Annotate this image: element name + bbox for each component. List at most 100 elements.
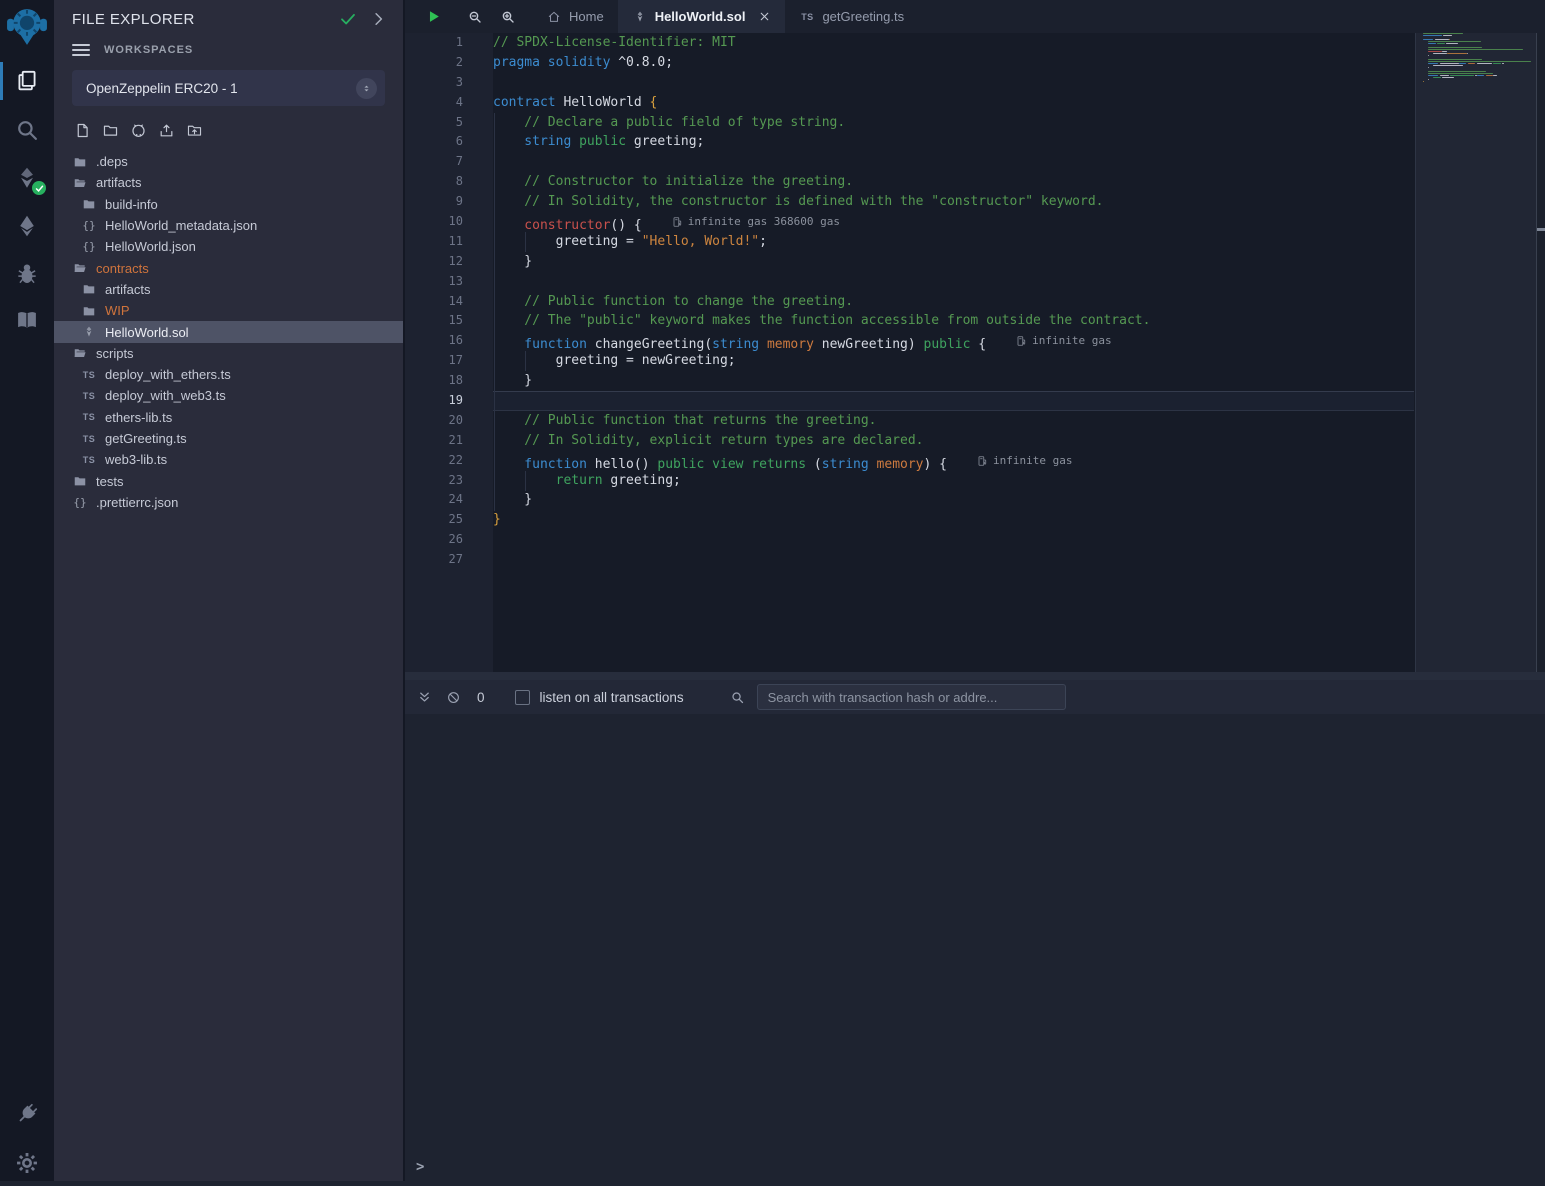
remix-logo-icon <box>5 4 49 50</box>
folder-open-icon <box>72 345 88 361</box>
activity-bar <box>0 0 54 1181</box>
tab-label: getGreeting.ts <box>822 9 904 24</box>
solidity-icon <box>81 324 97 340</box>
code-token: constructor <box>493 218 610 233</box>
ts-icon: TS <box>81 409 97 425</box>
tree-item-helloworld-json[interactable]: {}HelloWorld.json <box>54 236 403 257</box>
overview-ruler[interactable] <box>1536 33 1545 672</box>
tree-item-label: HelloWorld_metadata.json <box>105 218 257 233</box>
minimap-line <box>1423 85 1535 87</box>
new-folder-icon[interactable] <box>102 122 119 139</box>
indent-guide <box>494 113 495 511</box>
sidebar-item-settings[interactable] <box>0 1140 54 1186</box>
line-number: 10 <box>405 212 493 232</box>
code-line: greeting = newGreeting; <box>493 351 1414 371</box>
tree-item-build-info[interactable]: build-info <box>54 194 403 215</box>
tab-home[interactable]: Home <box>532 0 618 33</box>
sidebar-item-deploy-and-run[interactable] <box>0 203 54 249</box>
code-line: string public greeting; <box>493 132 1414 152</box>
code-token: ) { <box>924 457 947 472</box>
tree-item-helloworld-sol[interactable]: HelloWorld.sol <box>54 321 403 342</box>
tree-item-helloworld-metadata-json[interactable]: {}HelloWorld_metadata.json <box>54 215 403 236</box>
new-file-icon[interactable] <box>74 122 91 139</box>
tree-item-ethers-lib-ts[interactable]: TSethers-lib.ts <box>54 407 403 428</box>
code-line: // Declare a public field of type string… <box>493 113 1414 133</box>
terminal-search-icon[interactable] <box>730 690 745 705</box>
run-script-button[interactable] <box>417 0 450 33</box>
line-number: 6 <box>405 132 493 152</box>
terminal-toolbar: 0 listen on all transactions <box>405 680 1545 714</box>
bug-icon <box>14 261 40 287</box>
zoom-out-button[interactable] <box>458 0 491 33</box>
code-token: ^0.8.0; <box>610 55 673 70</box>
code-token: public <box>916 337 971 352</box>
tree-item-web3-lib-ts[interactable]: TSweb3-lib.ts <box>54 449 403 470</box>
tree-item-contracts[interactable]: contracts <box>54 257 403 278</box>
code-token: hello() <box>587 457 650 472</box>
tab-getgreeting-ts[interactable]: TSgetGreeting.ts <box>785 0 918 33</box>
sidebar-item-plugin-manager[interactable] <box>0 1091 54 1137</box>
minimap-column[interactable] <box>1415 33 1536 672</box>
tree-item-deploy-with-web3-ts[interactable]: TSdeploy_with_web3.ts <box>54 385 403 406</box>
tree-item-label: scripts <box>96 346 134 361</box>
expand-terminal-icon[interactable] <box>417 690 432 705</box>
sidebar-item-debugger[interactable] <box>0 251 54 297</box>
line-number: 18 <box>405 371 493 391</box>
code-token: greeting = newGreeting; <box>493 353 736 368</box>
tree-item-scripts[interactable]: scripts <box>54 343 403 364</box>
terminal-resize-handle[interactable] <box>405 672 1545 680</box>
listen-transactions-checkbox[interactable] <box>515 690 530 705</box>
code-token: // Declare a public field of type string… <box>493 115 845 130</box>
gas-estimate-text: infinite gas <box>1032 331 1111 351</box>
line-number: 14 <box>405 292 493 312</box>
chevron-right-icon[interactable] <box>369 10 387 28</box>
upload-folder-icon[interactable] <box>186 122 203 139</box>
workspaces-label: WORKSPACES <box>104 44 193 56</box>
folder-icon <box>72 473 88 489</box>
clear-console-icon[interactable] <box>446 690 461 705</box>
code-token: { <box>970 337 986 352</box>
tree-item-deps[interactable]: .deps <box>54 151 403 172</box>
tab-label: Home <box>569 9 604 24</box>
tree-item-deploy-with-ethers-ts[interactable]: TSdeploy_with_ethers.ts <box>54 364 403 385</box>
code-token: greeting; <box>626 134 704 149</box>
code-content[interactable]: // SPDX-License-Identifier: MITpragma so… <box>493 33 1414 672</box>
code-line: contract HelloWorld { <box>493 93 1414 113</box>
code-line: function changeGreeting(string memory ne… <box>493 331 1414 351</box>
code-token: pragma solidity <box>493 55 610 70</box>
tree-item-tests[interactable]: tests <box>54 470 403 491</box>
tree-item-artifacts[interactable]: artifacts <box>54 172 403 193</box>
folder-open-icon <box>72 175 88 191</box>
braces-icon: {} <box>81 239 97 255</box>
remix-logo[interactable] <box>0 0 54 54</box>
tree-item-wip[interactable]: WIP <box>54 300 403 321</box>
zoom-in-button[interactable] <box>491 0 524 33</box>
code-token: // In Solidity, the constructor is defin… <box>493 194 1103 209</box>
sidebar-item-file-explorer[interactable] <box>0 58 54 104</box>
indent-guide <box>525 351 526 371</box>
sidebar-item-solidity-compiler[interactable] <box>0 155 54 201</box>
minimap-token <box>1502 63 1503 64</box>
tree-item-prettierrc-json[interactable]: {}.prettierrc.json <box>54 492 403 513</box>
tree-item-artifacts[interactable]: artifacts <box>54 279 403 300</box>
code-token: { <box>650 95 658 110</box>
code-line <box>493 73 1414 93</box>
code-line: // In Solidity, the constructor is defin… <box>493 192 1414 212</box>
workspace-select[interactable]: OpenZeppelin ERC20 - 1 <box>72 70 385 106</box>
code-line: // Constructor to initialize the greetin… <box>493 172 1414 192</box>
github-icon[interactable] <box>130 122 147 139</box>
ethereum-icon <box>14 213 40 239</box>
close-tab-icon[interactable] <box>758 10 771 23</box>
minimap-token <box>1493 63 1501 64</box>
folder-open-icon <box>72 260 88 276</box>
terminal-output[interactable]: > <box>405 714 1545 1181</box>
workspaces-menu-icon[interactable] <box>72 44 90 56</box>
code-editor[interactable]: 1234567891011121314151617181920212223242… <box>405 33 1545 672</box>
tab-helloworld-sol[interactable]: HelloWorld.sol <box>618 0 786 33</box>
sidebar-item-search[interactable] <box>0 107 54 153</box>
sidebar-item-learneth[interactable] <box>0 297 54 343</box>
terminal-search-input[interactable] <box>757 684 1066 710</box>
saved-check-icon[interactable] <box>339 10 357 28</box>
tree-item-getgreeting-ts[interactable]: TSgetGreeting.ts <box>54 428 403 449</box>
upload-file-icon[interactable] <box>158 122 175 139</box>
